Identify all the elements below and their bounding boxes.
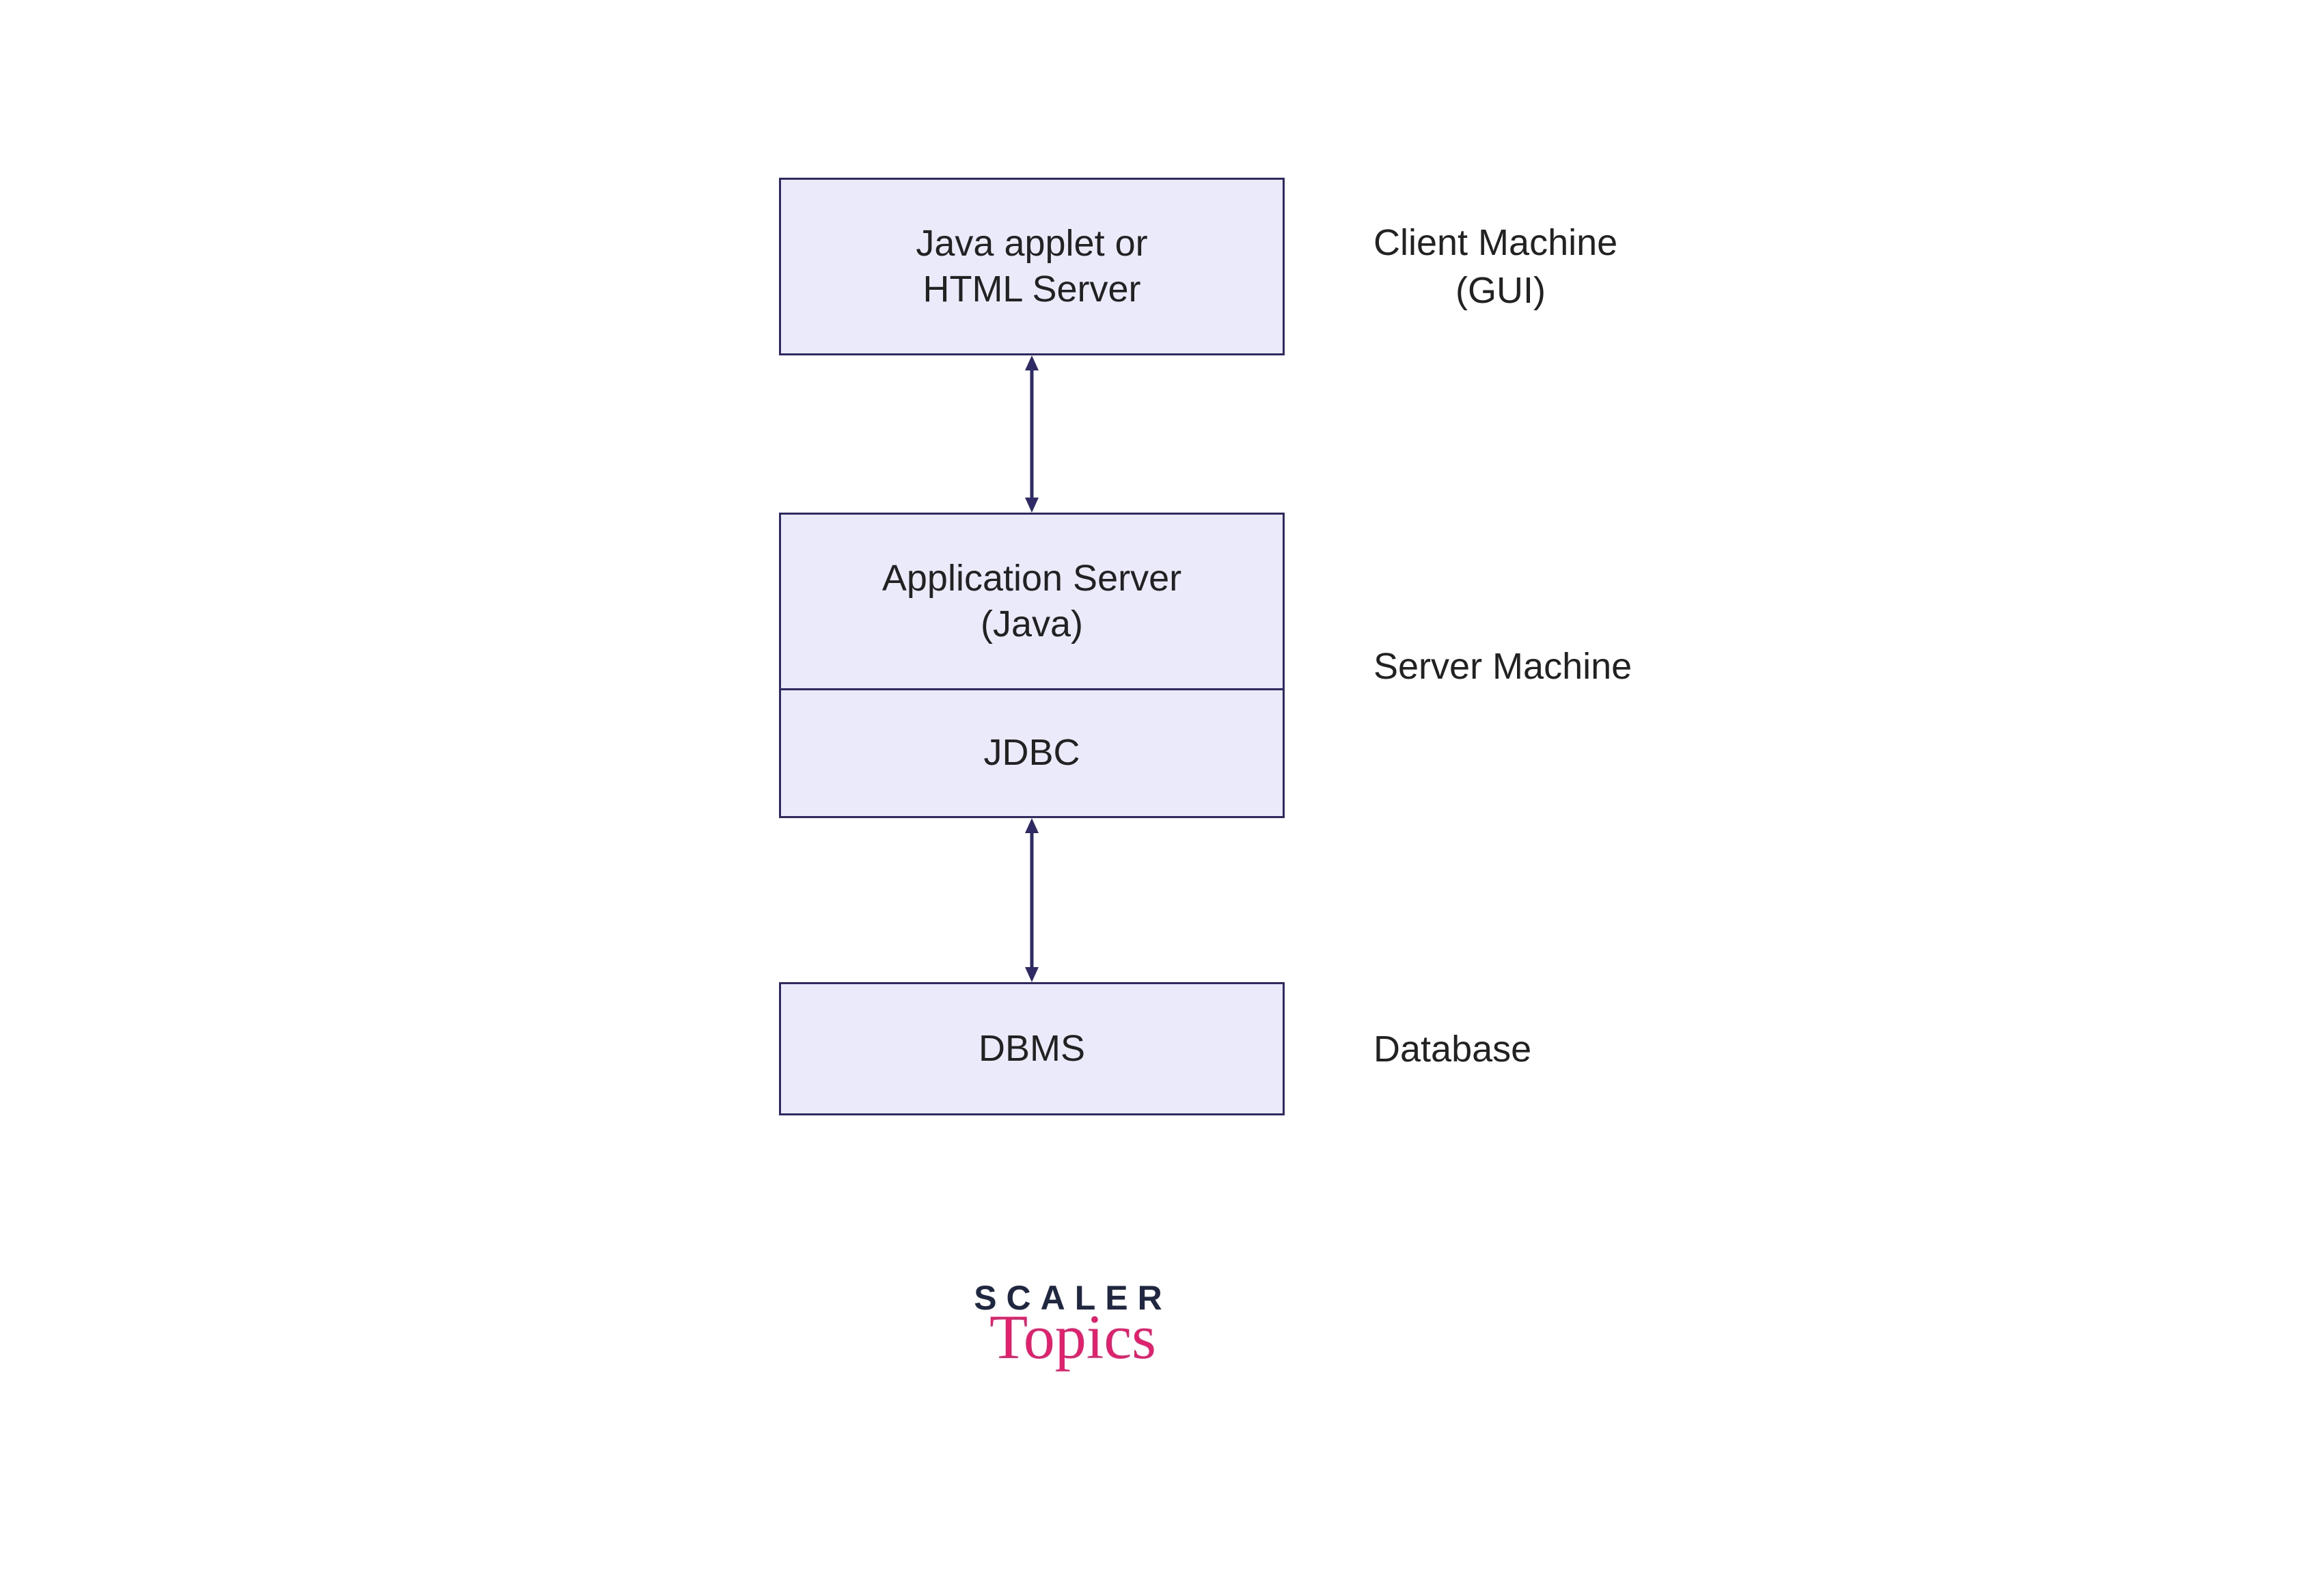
appserver-box-line1: Application Server (882, 558, 1181, 599)
appserver-box: Application Server (Java) (779, 513, 1285, 690)
dbms-box: DBMS (779, 982, 1285, 1115)
logo-bottom-text: Topics (929, 1305, 1216, 1368)
client-label: Client Machine (GUI) (1373, 219, 1617, 314)
appserver-box-line2: (Java) (981, 603, 1083, 645)
arrow-client-server (1024, 355, 1040, 513)
client-label-line1: Client Machine (1373, 222, 1617, 263)
database-label: Database (1373, 1025, 1531, 1073)
dbms-box-text: DBMS (979, 1026, 1085, 1072)
client-label-line2: (GUI) (1373, 267, 1546, 314)
diagram-canvas: Java applet or HTML Server Client Machin… (0, 0, 2324, 1587)
scaler-logo: SCALER Topics (929, 1278, 1216, 1368)
arrow-server-dbms (1024, 818, 1040, 982)
client-box: Java applet or HTML Server (779, 178, 1285, 355)
jdbc-box: JDBC (779, 688, 1285, 818)
server-label: Server Machine (1373, 642, 1632, 690)
client-box-line1: Java applet or (916, 223, 1147, 264)
appserver-box-text: Application Server (Java) (882, 556, 1181, 648)
client-box-text: Java applet or HTML Server (916, 221, 1147, 313)
jdbc-box-text: JDBC (983, 730, 1080, 776)
client-box-line2: HTML Server (922, 269, 1140, 310)
